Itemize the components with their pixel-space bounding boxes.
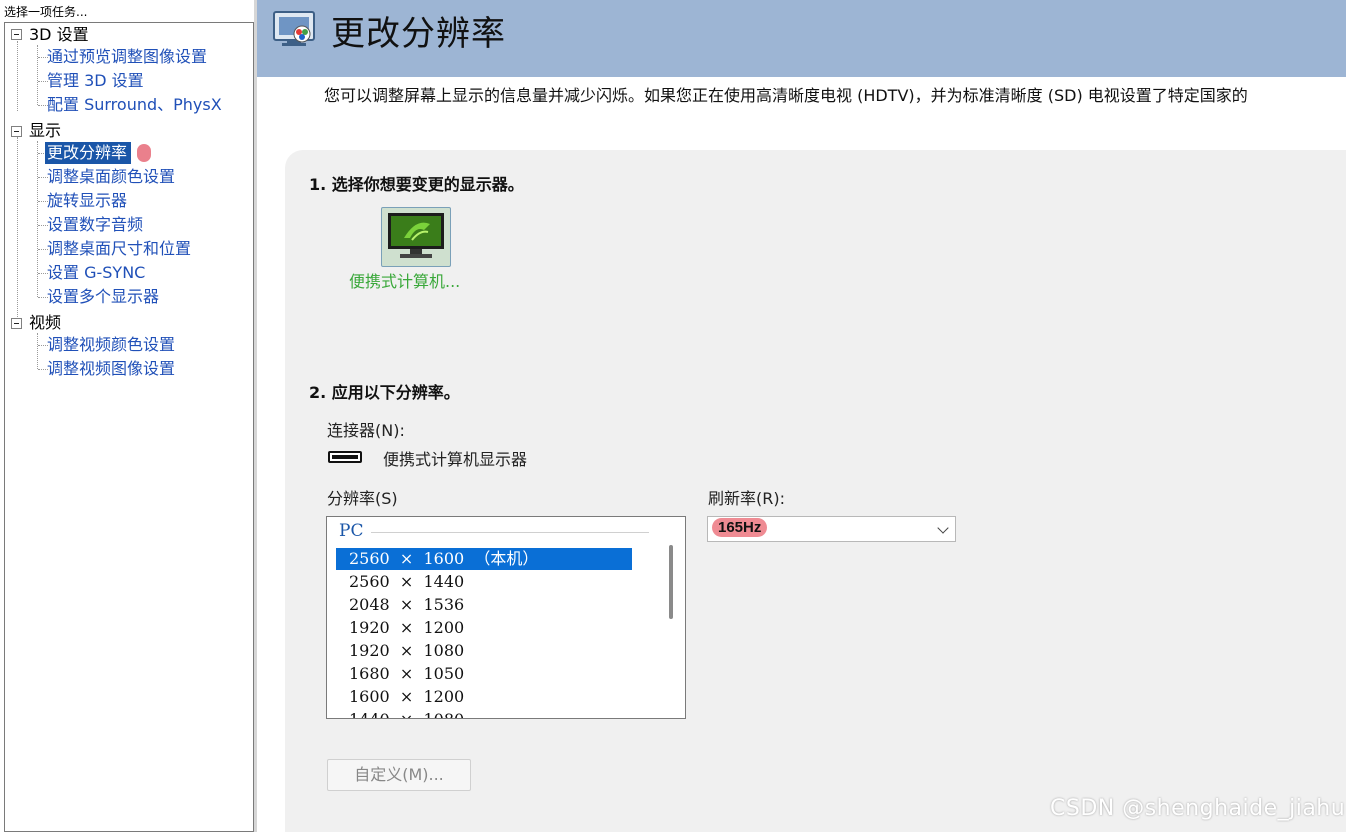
- resolution-item[interactable]: 2560 × 1440: [336, 571, 632, 593]
- collapse-toggle-video[interactable]: [11, 318, 22, 329]
- display-settings-icon: [273, 11, 315, 46]
- resolution-item-selected[interactable]: 2560 × 1600 （本机）: [336, 548, 632, 570]
- tree-item-video-color[interactable]: 调整视频颜色设置: [47, 334, 175, 356]
- collapse-toggle-display[interactable]: [11, 126, 22, 137]
- tree-item-g-sync[interactable]: 设置 G-SYNC: [47, 262, 145, 284]
- tree-category-video[interactable]: 视频: [29, 312, 61, 334]
- resolution-list[interactable]: PC 2560 × 1600 （本机） 2560 × 1440 2048 × 1…: [326, 516, 686, 719]
- connector-value: 便携式计算机显示器: [383, 450, 528, 469]
- tree-category-display[interactable]: 显示: [29, 120, 61, 142]
- resolution-item[interactable]: 1680 × 1050: [336, 663, 632, 685]
- tree-item-manage-3d-settings[interactable]: 管理 3D 设置: [47, 70, 144, 92]
- monitor-icon: [388, 213, 444, 258]
- tree-category-3d-settings[interactable]: 3D 设置: [29, 24, 89, 46]
- task-pane-header: 选择一项任务...: [4, 5, 88, 19]
- customize-button[interactable]: 自定义(M)...: [327, 759, 471, 791]
- step-1-heading: 1. 选择你想要变更的显示器。: [309, 175, 524, 194]
- tree-item-configure-surround-physx[interactable]: 配置 Surround、PhysX: [47, 94, 222, 116]
- page-title: 更改分辨率: [331, 14, 506, 54]
- watermark: CSDN @shenghaide_jiahu: [1050, 796, 1346, 821]
- tree-item-preview-image-settings[interactable]: 通过预览调整图像设置: [47, 46, 207, 68]
- refresh-rate-select[interactable]: 165Hz: [707, 516, 956, 542]
- page-banner: 更改分辨率: [257, 0, 1346, 77]
- resolution-item[interactable]: 2048 × 1536: [336, 594, 632, 616]
- step-2-heading: 2. 应用以下分辨率。: [309, 383, 460, 402]
- collapse-toggle-3d[interactable]: [11, 29, 22, 40]
- tree-item-change-resolution[interactable]: 更改分辨率: [45, 142, 132, 164]
- chevron-down-icon: [937, 522, 949, 534]
- refresh-rate-value: 165Hz: [712, 518, 768, 537]
- tree-item-desktop-size-position[interactable]: 调整桌面尺寸和位置: [47, 238, 191, 260]
- tree-item-digital-audio[interactable]: 设置数字音频: [47, 214, 143, 236]
- display-name[interactable]: 便携式计算机...: [349, 268, 460, 292]
- scrollbar-thumb[interactable]: [669, 545, 673, 619]
- resolution-item[interactable]: 1440 × 1080: [336, 709, 632, 718]
- annotation-mark: [137, 144, 151, 162]
- refresh-rate-label: 刷新率(R):: [708, 489, 785, 508]
- resolution-group-pc: PC: [339, 521, 364, 541]
- connector-label: 连接器(N):: [327, 421, 405, 440]
- nvidia-control-panel-window: 选择一项任务... 3D 设置 通过预览调整图像设置 管理 3D 设置 配置 S…: [0, 0, 1346, 832]
- tree-item-video-image[interactable]: 调整视频图像设置: [47, 358, 175, 380]
- task-tree[interactable]: 3D 设置 通过预览调整图像设置 管理 3D 设置 配置 Surround、Ph…: [4, 22, 254, 832]
- pane-splitter[interactable]: [254, 0, 257, 832]
- connector-icon: [328, 451, 362, 463]
- resolution-item[interactable]: 1600 × 1200: [336, 686, 632, 708]
- page-description: 您可以调整屏幕上显示的信息量并减少闪烁。如果您正在使用高清晰度电视 (HDTV)…: [324, 86, 1248, 105]
- tree-item-desktop-color[interactable]: 调整桌面颜色设置: [47, 166, 175, 188]
- resolution-scrollbar[interactable]: [660, 521, 684, 717]
- tree-item-multiple-displays[interactable]: 设置多个显示器: [47, 286, 159, 308]
- display-tile[interactable]: [381, 207, 451, 267]
- resolution-item[interactable]: 1920 × 1080: [336, 640, 632, 662]
- resolution-item[interactable]: 1920 × 1200: [336, 617, 632, 639]
- tree-item-rotate-display[interactable]: 旋转显示器: [47, 190, 127, 212]
- resolution-label: 分辨率(S): [327, 489, 398, 508]
